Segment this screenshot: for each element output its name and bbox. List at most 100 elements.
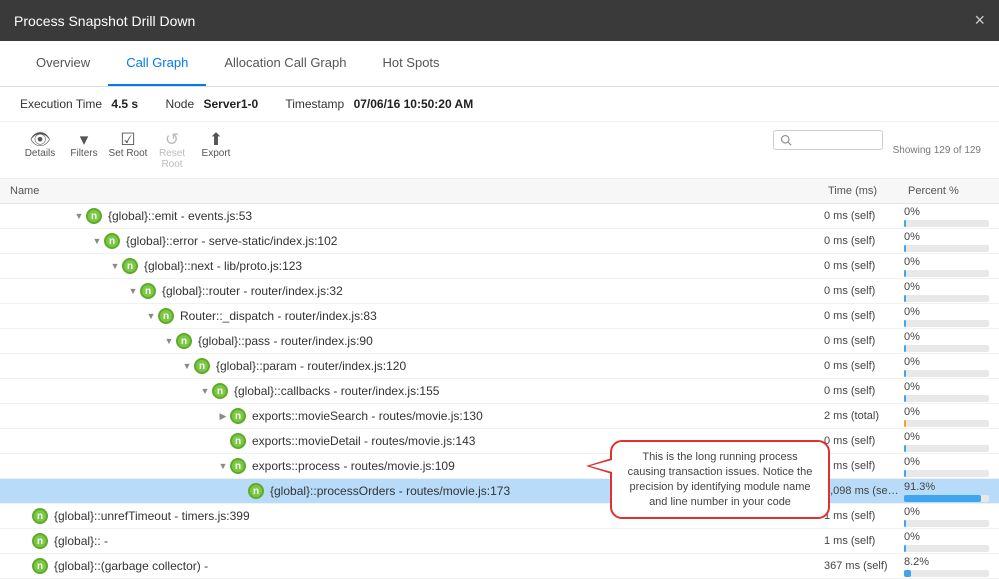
call-label: {global}::router - router/index.js:32 [162,284,343,298]
export-button[interactable]: ⬆Export [194,130,238,159]
time-cell: 0 ms (self) [824,235,904,247]
percent-cell: 0% [904,531,999,552]
percent-cell: 8.2% [904,556,999,577]
call-label: {global}::param - router/index.js:120 [216,359,406,373]
col-time[interactable]: Time (ms) [824,179,904,203]
time-cell: 2 ms (total) [824,410,904,422]
export-icon: ⬆ [194,130,238,148]
node-icon: n [230,408,246,424]
table-row[interactable]: ▼n{global}::pass - router/index.js:900 m… [0,329,999,354]
table-row[interactable]: n {global}::processOrders - routes/movie.… [0,479,999,504]
node-icon: n [86,208,102,224]
time-cell: 0 ms (self) [824,385,904,397]
call-label: {global}::error - serve-static/index.js:… [126,234,337,248]
node-icon: n [194,358,210,374]
node-value: Server1-0 [203,97,258,111]
percent-cell: 0% [904,506,999,527]
search-input[interactable] [773,130,883,150]
time-cell: 0 ms (self) [824,285,904,297]
node-icon: n [248,483,264,499]
table-row[interactable]: n {global}::unrefTimeout - timers.js:399 1… [0,504,999,529]
call-label: Router::_dispatch - router/index.js:83 [180,309,377,323]
percent-cell: 0% [904,381,999,402]
percent-cell: 0% [904,281,999,302]
chevron-down-icon[interactable]: ▼ [90,236,104,246]
set-root-button[interactable]: ☑Set Root [106,130,150,159]
node-icon: n [32,533,48,549]
time-cell: 0 ms (self) [824,435,904,447]
call-label: {global}::unrefTimeout - timers.js:399 [54,509,250,523]
table-row[interactable]: ▼nexports::process - routes/movie.js:109… [0,454,999,479]
table-row[interactable]: ▼n {global}::router - router/index.js:32 0… [0,279,999,304]
call-label: {global}::processOrders - routes/movie.j… [270,484,510,498]
percent-cell: 0% [904,206,999,227]
time-cell: 0 ms (self) [824,310,904,322]
table-row[interactable]: n{global}::(garbage collector) -367 ms (… [0,554,999,579]
window-title: Process Snapshot Drill Down [14,13,195,29]
col-name[interactable]: Name [0,179,824,203]
chevron-down-icon[interactable]: ▼ [72,211,86,221]
table-row[interactable]: ▼nRouter::_dispatch - router/index.js:83… [0,304,999,329]
chevron-down-icon[interactable]: ▼ [108,261,122,271]
time-cell: 367 ms (self) [824,560,904,572]
percent-cell: 0% [904,231,999,252]
chevron-right-icon[interactable]: ▶ [216,411,230,422]
percent-cell: 91.3% [904,481,999,502]
percent-cell: 0% [904,431,999,452]
node-icon: n [140,283,156,299]
tab-overview[interactable]: Overview [18,41,108,86]
time-cell: 1 ms (self) [824,535,904,547]
reset-root-button: ↺Reset Root [150,130,194,170]
percent-cell: 0% [904,406,999,427]
time-cell: 1 ms (self) [824,460,904,472]
table-row[interactable]: ▼n {global}::param - router/index.js:120 0… [0,354,999,379]
call-label: exports::movieDetail - routes/movie.js:1… [252,434,475,448]
close-icon[interactable]: × [974,10,985,31]
tab-allocation-call-graph[interactable]: Allocation Call Graph [206,41,364,86]
node-icon: n [212,383,228,399]
table-row[interactable]: n {global}:: - 1 ms (self)0% [0,529,999,554]
node-icon: n [104,233,120,249]
metadata-bar: Execution Time 4.5 s Node Server1-0 Time… [0,87,999,122]
tab-bar: OverviewCall GraphAllocation Call GraphH… [0,41,999,87]
tab-call-graph[interactable]: Call Graph [108,41,206,86]
filters-button[interactable]: ▾Filters [62,130,106,159]
call-label: {global}::next - lib/proto.js:123 [144,259,302,273]
node-icon: n [32,508,48,524]
percent-cell: 0% [904,456,999,477]
funnel-icon: ▾ [62,130,106,148]
col-percent[interactable]: Percent % [904,179,999,203]
node-icon: n [230,433,246,449]
chevron-down-icon[interactable]: ▼ [180,361,194,371]
table-row[interactable]: ▼n {global}::error - serve-static/index.j… [0,229,999,254]
titlebar: Process Snapshot Drill Down × [0,0,999,41]
table-row[interactable]: ▼n{global}::next - lib/proto.js:1230 ms … [0,254,999,279]
search-icon [780,134,792,146]
table-header: Name Time (ms) Percent % [0,179,999,204]
percent-cell: 0% [904,256,999,277]
call-label: {global}::pass - router/index.js:90 [198,334,373,348]
chevron-down-icon[interactable]: ▼ [198,386,212,396]
chevron-down-icon[interactable]: ▼ [126,286,140,296]
time-cell: 1 ms (self) [824,510,904,522]
time-cell: 0 ms (self) [824,360,904,372]
details-button[interactable]: 👁Details [18,130,62,159]
time-cell: 0 ms (self) [824,260,904,272]
chevron-down-icon[interactable]: ▼ [216,461,230,471]
percent-cell: 0% [904,306,999,327]
tab-hot-spots[interactable]: Hot Spots [364,41,457,86]
table-row[interactable]: ▼n{global}::emit - events.js:530 ms (sel… [0,204,999,229]
exec-time-value: 4.5 s [111,97,138,111]
percent-cell: 0% [904,356,999,377]
table-row[interactable]: ▼n{global}::callbacks - router/index.js:… [0,379,999,404]
call-label: {global}:: - [54,534,108,548]
eye-icon: 👁 [18,130,62,148]
table-row[interactable]: ▶nexports::movieSearch - routes/movie.js… [0,404,999,429]
node-icon: n [230,458,246,474]
chevron-down-icon[interactable]: ▼ [144,311,158,321]
chevron-down-icon[interactable]: ▼ [162,336,176,346]
annotation-callout: This is the long running process causing… [610,440,830,519]
undo-icon: ↺ [150,130,194,148]
table-row[interactable]: n exports::movieDetail - routes/movie.js:… [0,429,999,454]
showing-count: Showing 129 of 129 [893,145,981,156]
